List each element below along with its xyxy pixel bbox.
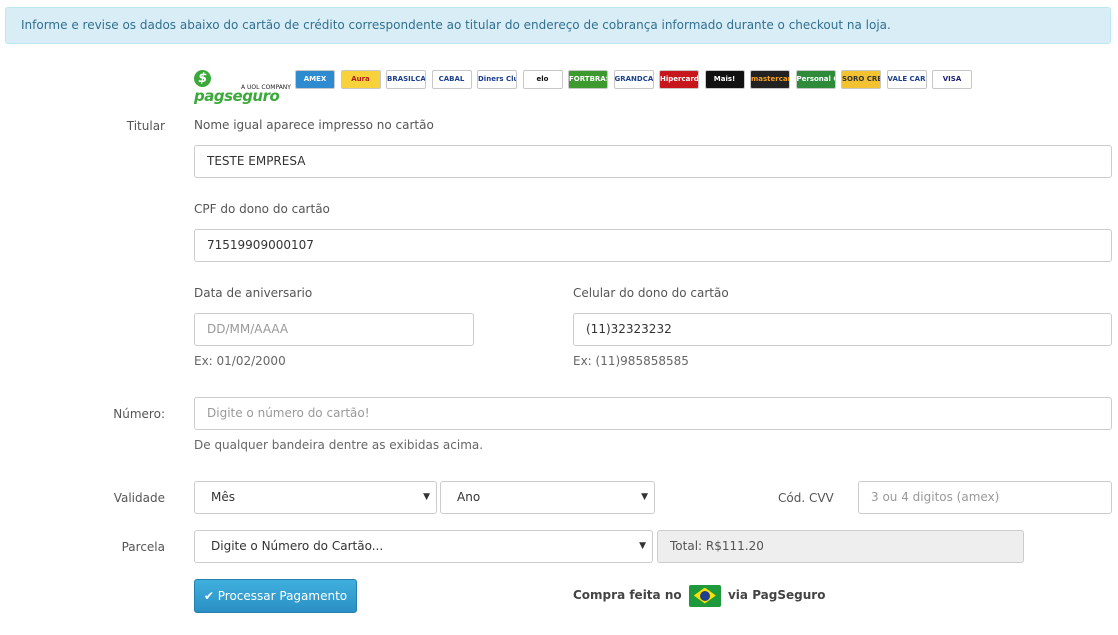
card-brand-badge: elo [522,70,563,89]
check-icon: ✔ [203,589,214,603]
installments-label: Parcela [121,540,165,554]
year-select-value: Ano [457,490,481,504]
birth-label: Data de aniversario [194,286,313,300]
pagseguro-subtitle: A UOL COMPANY [241,84,291,91]
birth-input[interactable]: DD/MM/AAAA [194,313,474,346]
card-brand-badge: CABAL [431,70,472,89]
purchase-origin-after: via PagSeguro [727,588,826,602]
card-brand-badge: AMEX [295,70,335,89]
installments-select[interactable]: Digite o Número do Cartão... ▼ [194,530,653,563]
phone-input[interactable]: (11)32323232 [573,313,1112,346]
card-brand-badge: Mais! [704,70,745,89]
chevron-down-icon: ▼ [639,541,646,551]
card-brand-badge: BRASILCARD [386,70,426,89]
cpf-input[interactable]: 71519909000107 [194,229,1112,262]
card-brand-badge: Aura [340,70,381,89]
purchase-origin-before: Compra feita no [573,588,682,602]
total-field: Total: R$111.20 [657,530,1024,563]
card-brand-badge: VISA [932,70,972,89]
card-brand-badge: Personal Card [795,70,836,89]
card-brand-badge: GRANDCARD [613,70,654,89]
titular-input[interactable]: TESTE EMPRESA [194,145,1112,178]
titular-label: Titular [126,119,165,133]
pagseguro-logo-icon: $ [194,70,211,87]
info-alert: Informe e revise os dados abaixo do cart… [5,7,1111,44]
card-brand-badge: FORTBRASIL [568,70,608,89]
installments-select-value: Digite o Número do Cartão... [211,539,384,553]
number-label: Número: [113,407,165,421]
brazil-flag-icon [688,584,721,607]
card-brand-badge: Hipercard [659,70,699,89]
phone-label: Celular do dono do cartão [573,286,729,300]
card-number-help: De qualquer bandeira dentre as exibidas … [194,438,484,452]
chevron-down-icon: ▼ [641,492,648,502]
cpf-label: CPF do dono do cartão [194,202,330,216]
card-brand-badge: Diners Club [477,70,517,89]
card-brand-badge: mastercard [750,70,790,89]
month-select-value: Mês [211,490,235,504]
purchase-origin: Compra feita no via PagSeguro [573,582,825,608]
validity-label: Validade [113,491,165,505]
card-number-input[interactable]: Digite o número do cartão! [194,397,1112,430]
process-payment-button[interactable]: ✔ Processar Pagamento [194,579,357,613]
cvv-label: Cód. CVV [778,491,834,505]
titular-hint: Nome igual aparece impresso no cartão [194,118,434,132]
month-select[interactable]: Mês ▼ [194,481,437,514]
card-brand-badge: SORO CRED [841,70,881,89]
year-select[interactable]: Ano ▼ [440,481,655,514]
phone-help: Ex: (11)985858585 [573,354,689,368]
pagseguro-logo: $pagseguro A UOL COMPANY [194,66,294,105]
chevron-down-icon: ▼ [423,492,430,502]
birth-help: Ex: 01/02/2000 [194,354,286,368]
card-brand-badge: VALE CARD [886,70,927,89]
process-payment-label: Processar Pagamento [217,589,348,603]
cvv-input[interactable]: 3 ou 4 digitos (amex) [858,481,1112,514]
